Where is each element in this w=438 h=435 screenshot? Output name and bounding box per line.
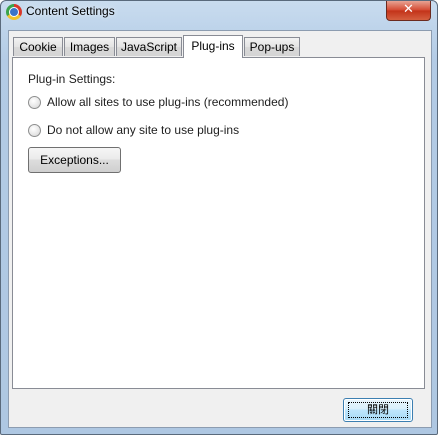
title-bar[interactable]: Content Settings ✕ bbox=[1, 1, 437, 25]
exceptions-button[interactable]: Exceptions... bbox=[28, 147, 121, 173]
tab-images[interactable]: Images bbox=[64, 37, 115, 56]
allow-plugins-radio[interactable] bbox=[28, 96, 41, 109]
chrome-icon bbox=[6, 4, 22, 20]
window-title: Content Settings bbox=[26, 4, 115, 18]
close-button[interactable]: 關閉 bbox=[343, 398, 413, 422]
block-plugins-radio[interactable] bbox=[28, 124, 41, 137]
tab-pop-ups[interactable]: Pop-ups bbox=[244, 37, 300, 56]
focus-ring bbox=[348, 402, 408, 418]
tab-javascript[interactable]: JavaScript bbox=[116, 37, 182, 56]
tab-plug-ins[interactable]: Plug-ins bbox=[183, 35, 243, 58]
content-settings-window: Content Settings ✕ Cookie Images JavaScr… bbox=[0, 0, 438, 435]
tab-cookie[interactable]: Cookie bbox=[13, 37, 63, 56]
allow-plugins-label[interactable]: Allow all sites to use plug-ins (recomme… bbox=[47, 95, 288, 109]
plug-in-settings-label: Plug-in Settings: bbox=[28, 72, 116, 86]
plug-ins-panel: Plug-in Settings: Allow all sites to use… bbox=[12, 57, 425, 389]
block-plugins-label[interactable]: Do not allow any site to use plug-ins bbox=[47, 123, 239, 137]
window-close-button[interactable]: ✕ bbox=[386, 1, 431, 21]
close-icon: ✕ bbox=[403, 2, 414, 17]
dialog-body: Cookie Images JavaScript Plug-ins Pop-up… bbox=[8, 30, 432, 428]
